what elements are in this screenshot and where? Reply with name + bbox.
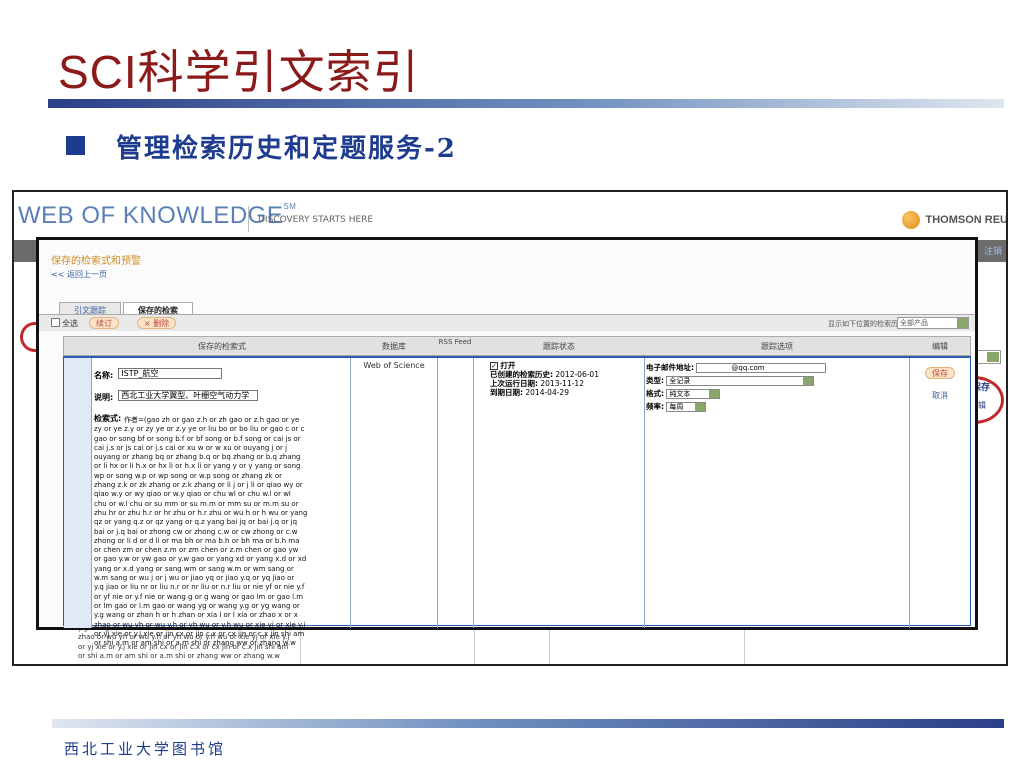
chevron-down-icon (987, 352, 999, 362)
last-run-label: 上次运行日期: (490, 379, 538, 388)
chevron-down-icon (803, 377, 814, 385)
type-value: 全记录 (669, 377, 691, 385)
options-cell: 电子邮件地址: @qq.com 类型: 全记录 格式: 纯文本 频率: 每周 (646, 361, 908, 413)
logout-link[interactable]: 注销 (984, 244, 1002, 257)
frequency-label: 频率: (646, 402, 664, 411)
dialog-title: 保存的检索式和预警 (51, 256, 141, 267)
title-divider (48, 99, 1004, 108)
header-separator (248, 206, 249, 232)
toolbar: 全选 续订 × 删除 显示如下位置的检索历史 全部产品 (39, 314, 975, 331)
col-header-options: 跟踪选项 (761, 342, 793, 351)
wok-tagline: DISCOVERY STARTS HERE (258, 215, 374, 225)
created-label: 已创建的检索历史: (490, 370, 553, 379)
edit-cell: 保存 取消 (910, 361, 970, 401)
chevron-down-icon (695, 403, 706, 411)
col-header-rss: RSS Feed (438, 338, 472, 346)
footer-divider (52, 719, 1004, 728)
screenshot-frame: WEB OF KNOWLEDGESM DISCOVERY STARTS HERE… (12, 190, 1008, 666)
email-value: @qq.com (731, 364, 765, 372)
last-run-value: 2013-11-12 (540, 379, 584, 388)
chevron-down-icon (709, 390, 720, 398)
thomson-brand: THOMSON REU (901, 211, 1008, 229)
tab-bar: 引文跟踪 保存的检索 (59, 298, 195, 318)
wok-logo[interactable]: WEB OF KNOWLEDGESM (18, 202, 296, 230)
query-cell: 名称: ISTP_航空 说明: 西北工业大学翼型、叶栅空气动力学 检索式: 作者… (94, 363, 348, 648)
format-value: 纯文本 (669, 390, 691, 398)
col-line (473, 358, 474, 628)
select-all-checkbox[interactable] (51, 318, 60, 327)
bullet-square (66, 136, 85, 155)
table-row: 名称: ISTP_航空 说明: 西北工业大学翼型、叶栅空气动力学 检索式: 作者… (63, 356, 971, 647)
chevron-down-icon (957, 318, 968, 328)
query-label: 检索式: (94, 414, 122, 423)
slide-subtitle: 管理检索历史和定题服务-2 (116, 134, 457, 164)
expiry-label: 到期日期: (490, 388, 523, 397)
database-cell: Web of Science (363, 361, 425, 370)
cancel-link[interactable]: 取消 (910, 390, 970, 401)
row-select-cell (64, 358, 91, 628)
delete-button[interactable]: × 删除 (137, 317, 177, 329)
expiry-value: 2014-04-29 (525, 388, 569, 397)
created-value: 2012-06-01 (555, 370, 599, 379)
slide-title: SCI科学引文索引 (58, 46, 420, 98)
name-field[interactable]: ISTP_航空 (118, 368, 223, 379)
format-select[interactable]: 纯文本 (666, 389, 721, 399)
description-label: 说明: (94, 393, 114, 402)
name-label: 名称: (94, 371, 114, 380)
col-header-edit: 编辑 (932, 342, 948, 351)
type-select[interactable]: 全记录 (666, 376, 815, 386)
col-header-database: 数据库 (382, 342, 406, 351)
col-line (644, 358, 645, 628)
thomson-text: THOMSON REU (925, 213, 1008, 226)
email-field[interactable]: @qq.com (696, 363, 827, 373)
open-label: 打开 (500, 361, 516, 370)
globe-icon (901, 211, 920, 229)
description-field[interactable]: 西北工业大学翼型、叶栅空气动力学 (118, 390, 259, 401)
frequency-value: 每周 (669, 403, 684, 411)
type-label: 类型: (646, 376, 664, 385)
wok-header: WEB OF KNOWLEDGESM DISCOVERY STARTS HERE… (14, 192, 1008, 240)
save-button[interactable]: 保存 (925, 367, 955, 379)
wok-logo-text: WEB OF KNOWLEDGE (18, 202, 284, 229)
table-header: 保存的检索式 数据库 RSS Feed 跟踪状态 跟踪选项 编辑 (63, 336, 971, 356)
product-select[interactable]: 全部产品 (897, 317, 969, 329)
footer-text: 西北工业大学图书馆 (64, 740, 227, 758)
status-cell: ✓ 打开 已创建的检索历史: 2012-06-01 上次运行日期: 2013-1… (490, 361, 640, 397)
format-label: 格式: (646, 389, 664, 398)
renew-button[interactable]: 续订 (89, 317, 119, 329)
wok-logo-mark: SM (283, 202, 297, 211)
select-all-label: 全选 (62, 319, 78, 328)
saved-search-table: 保存的检索式 数据库 RSS Feed 跟踪状态 跟踪选项 编辑 名称: IST… (63, 336, 971, 647)
col-line (437, 358, 438, 628)
col-header-status: 跟踪状态 (543, 342, 575, 351)
col-header-query: 保存的检索式 (198, 342, 246, 351)
query-text: 作者=(gao zh or gao z.h or zh gao or z.h g… (94, 416, 308, 648)
product-select-value: 全部产品 (900, 319, 928, 327)
saved-searches-dialog: 保存的检索式和预警 << 返回上一页 引文跟踪 保存的检索 全选 续订 × 删除 … (36, 237, 978, 647)
open-checkbox[interactable]: ✓ (490, 362, 498, 370)
col-line (91, 358, 92, 628)
frequency-select[interactable]: 每周 (666, 402, 707, 412)
col-line (350, 358, 351, 628)
display-label: 显示如下位置的检索历史 (828, 320, 905, 328)
email-label: 电子邮件地址: (646, 363, 694, 372)
back-link[interactable]: << 返回上一页 (51, 269, 107, 280)
